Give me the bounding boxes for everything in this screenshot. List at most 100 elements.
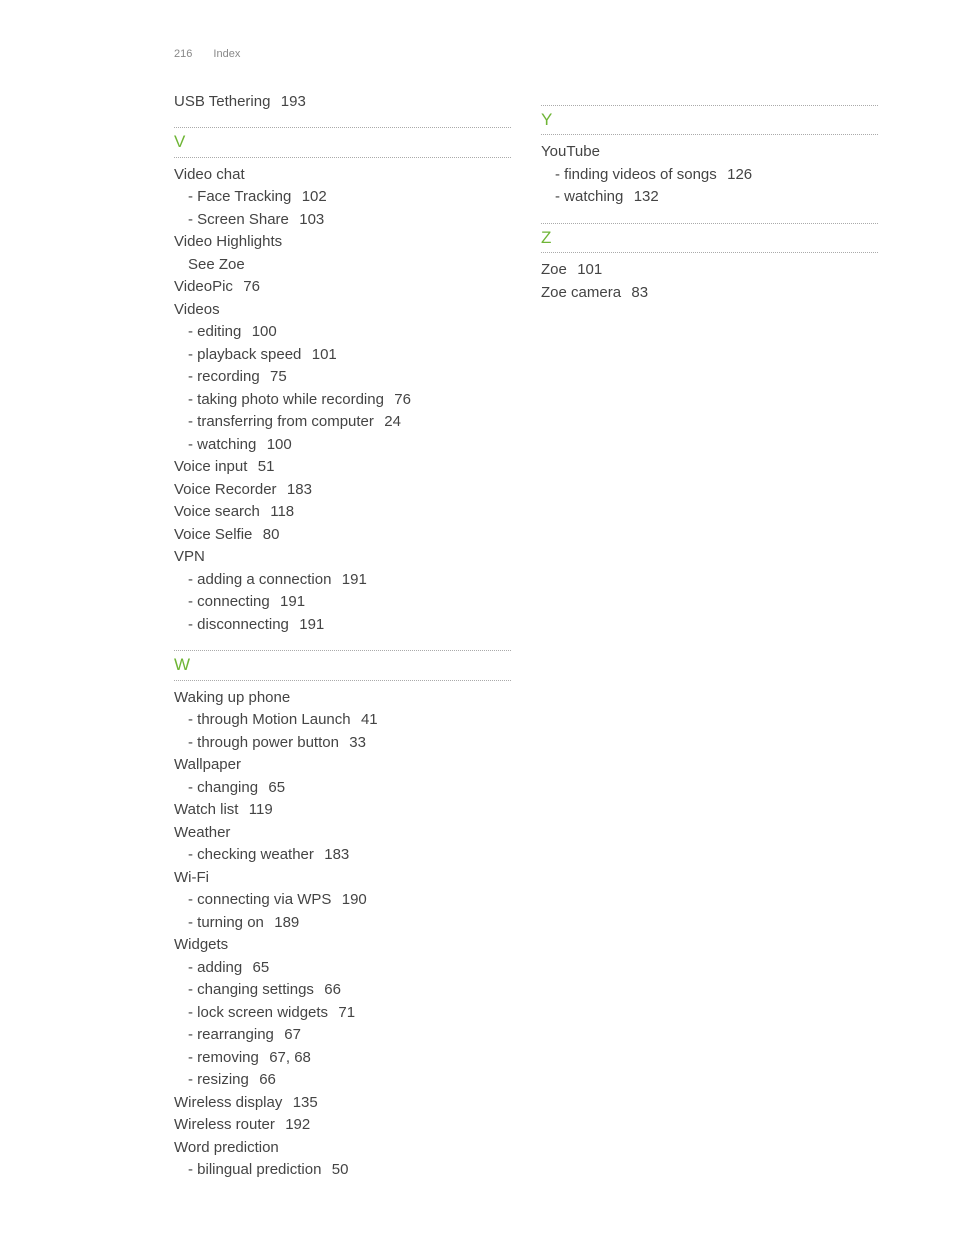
index-subentry[interactable]: - connecting 191 bbox=[188, 591, 511, 614]
index-entry[interactable]: Voice search 118 bbox=[174, 501, 511, 524]
index-entry[interactable]: Watch list 119 bbox=[174, 799, 511, 822]
index-entry-text: VPN bbox=[174, 548, 205, 565]
index-entry-text: - transferring from computer bbox=[188, 413, 374, 430]
index-subentry[interactable]: - rearranging 67 bbox=[188, 1024, 511, 1047]
index-entry[interactable]: VPN bbox=[174, 546, 511, 569]
index-entry[interactable]: Wi-Fi bbox=[174, 867, 511, 890]
index-entry-text: Zoe bbox=[541, 261, 567, 278]
index-entry-text: YouTube bbox=[541, 143, 600, 160]
index-entry-text: Watch list bbox=[174, 801, 238, 818]
index-entry-text: Videos bbox=[174, 301, 220, 318]
index-entry-text: Word prediction bbox=[174, 1139, 279, 1156]
index-entry[interactable]: Zoe 101 bbox=[541, 259, 878, 282]
index-entry-pages: 191 bbox=[333, 571, 366, 588]
index-subentry[interactable]: - playback speed 101 bbox=[188, 344, 511, 367]
index-subentry[interactable]: - resizing 66 bbox=[188, 1069, 511, 1092]
index-entry-pages: 190 bbox=[333, 891, 366, 908]
index-subentry[interactable]: - connecting via WPS 190 bbox=[188, 889, 511, 912]
index-subentry[interactable]: - watching 100 bbox=[188, 434, 511, 457]
index-entry-pages: 135 bbox=[284, 1094, 317, 1111]
index-entry-text: Weather bbox=[174, 824, 230, 841]
index-subentry[interactable]: - changing 65 bbox=[188, 777, 511, 800]
index-entry-pages: 192 bbox=[277, 1116, 310, 1133]
index-entry[interactable]: Widgets bbox=[174, 934, 511, 957]
index-entry-text: Voice Selfie bbox=[174, 526, 252, 543]
index-entry[interactable]: Voice Recorder 183 bbox=[174, 479, 511, 502]
index-entry[interactable]: Word prediction bbox=[174, 1137, 511, 1160]
index-entry[interactable]: Wireless router 192 bbox=[174, 1114, 511, 1137]
index-entry[interactable]: Voice input 51 bbox=[174, 456, 511, 479]
index-subentry[interactable]: See Zoe bbox=[188, 254, 511, 277]
index-subentry[interactable]: - through power button 33 bbox=[188, 732, 511, 755]
index-subentry[interactable]: - Screen Share 103 bbox=[188, 209, 511, 232]
index-entry-text: - rearranging bbox=[188, 1026, 274, 1043]
index-entry[interactable]: YouTube bbox=[541, 141, 878, 164]
index-subentries: - checking weather 183 bbox=[174, 844, 511, 867]
index-entry-text: - playback speed bbox=[188, 346, 301, 363]
index-entry[interactable]: Wireless display 135 bbox=[174, 1092, 511, 1115]
index-subentry[interactable]: - adding 65 bbox=[188, 957, 511, 980]
index-entry-pages: 75 bbox=[262, 368, 287, 385]
index-subentries: - finding videos of songs 126- watching … bbox=[541, 164, 878, 209]
index-subentries: - changing 65 bbox=[174, 777, 511, 800]
index-entry-pages: 67, 68 bbox=[261, 1049, 311, 1066]
index-subentry[interactable]: - adding a connection 191 bbox=[188, 569, 511, 592]
index-entry-text: Wallpaper bbox=[174, 756, 241, 773]
index-entry-text: - adding bbox=[188, 959, 242, 976]
index-subentry[interactable]: - watching 132 bbox=[555, 186, 878, 209]
index-subentries: - editing 100- playback speed 101- recor… bbox=[174, 321, 511, 456]
index-entry-pages: 51 bbox=[249, 458, 274, 475]
index-subentry[interactable]: - checking weather 183 bbox=[188, 844, 511, 867]
section-title: Index bbox=[213, 48, 240, 60]
column-right: YYouTube- finding videos of songs 126- w… bbox=[541, 91, 878, 1182]
index-subentries: - bilingual prediction 50 bbox=[174, 1159, 511, 1182]
index-entry[interactable]: Videos bbox=[174, 299, 511, 322]
index-entry-pages: 191 bbox=[291, 616, 324, 633]
index-subentry[interactable]: - removing 67, 68 bbox=[188, 1047, 511, 1070]
index-entry[interactable]: Zoe camera 83 bbox=[541, 282, 878, 305]
index-letter-heading: V bbox=[174, 127, 511, 158]
index-entry-pages: 24 bbox=[376, 413, 401, 430]
index-entry[interactable]: Weather bbox=[174, 822, 511, 845]
page-number: 216 bbox=[174, 48, 192, 60]
index-entry-text: - editing bbox=[188, 323, 241, 340]
page-header: 216 Index bbox=[174, 46, 878, 63]
index-entry-pages: 50 bbox=[323, 1161, 348, 1178]
index-subentry[interactable]: - lock screen widgets 71 bbox=[188, 1002, 511, 1025]
index-entry-text: - watching bbox=[555, 188, 623, 205]
index-entry-text: - disconnecting bbox=[188, 616, 289, 633]
index-entry-pages: 71 bbox=[330, 1004, 355, 1021]
index-subentry[interactable]: - editing 100 bbox=[188, 321, 511, 344]
index-subentry[interactable]: - transferring from computer 24 bbox=[188, 411, 511, 434]
index-entry-text: Wireless display bbox=[174, 1094, 282, 1111]
index-entry-text: - checking weather bbox=[188, 846, 314, 863]
index-entry[interactable]: Voice Selfie 80 bbox=[174, 524, 511, 547]
index-entry[interactable]: Wallpaper bbox=[174, 754, 511, 777]
index-entry-text: - finding videos of songs bbox=[555, 166, 717, 183]
index-subentry[interactable]: - finding videos of songs 126 bbox=[555, 164, 878, 187]
index-entry-text: - through Motion Launch bbox=[188, 711, 351, 728]
index-entry-pages: 83 bbox=[623, 284, 648, 301]
index-entry[interactable]: Video chat bbox=[174, 164, 511, 187]
index-subentry[interactable]: - recording 75 bbox=[188, 366, 511, 389]
index-subentry[interactable]: - changing settings 66 bbox=[188, 979, 511, 1002]
index-entry-pages: 189 bbox=[266, 914, 299, 931]
index-entry-pages: 41 bbox=[353, 711, 378, 728]
column-left: USB Tethering 193 V Video chat- Face Track… bbox=[174, 91, 511, 1182]
index-entry[interactable]: VideoPic 76 bbox=[174, 276, 511, 299]
index-entry-pages: 100 bbox=[258, 436, 291, 453]
index-subentry[interactable]: - taking photo while recording 76 bbox=[188, 389, 511, 412]
index-entry[interactable]: Video Highlights bbox=[174, 231, 511, 254]
index-entry-pages: 65 bbox=[244, 959, 269, 976]
index-subentry[interactable]: - bilingual prediction 50 bbox=[188, 1159, 511, 1182]
index-subentry[interactable]: - Face Tracking 102 bbox=[188, 186, 511, 209]
index-entry-pages: 76 bbox=[235, 278, 260, 295]
index-entry-pages: 67 bbox=[276, 1026, 301, 1043]
index-entry[interactable]: USB Tethering 193 bbox=[174, 91, 511, 114]
index-entry[interactable]: Waking up phone bbox=[174, 687, 511, 710]
index-subentries: - adding a connection 191- connecting 19… bbox=[174, 569, 511, 637]
index-subentry[interactable]: - disconnecting 191 bbox=[188, 614, 511, 637]
index-subentry[interactable]: - through Motion Launch 41 bbox=[188, 709, 511, 732]
index-subentry[interactable]: - turning on 189 bbox=[188, 912, 511, 935]
index-entry-text: - connecting via WPS bbox=[188, 891, 331, 908]
